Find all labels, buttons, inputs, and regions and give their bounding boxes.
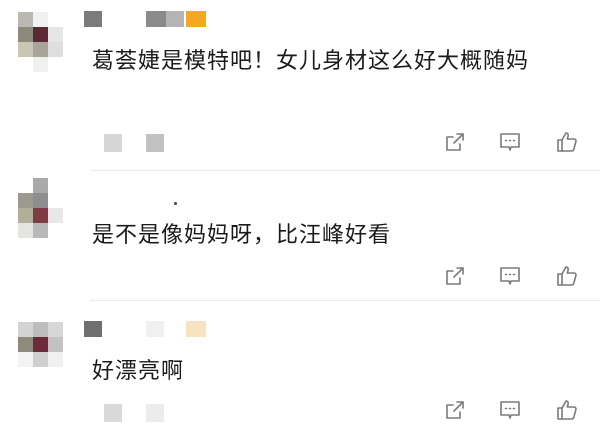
avatar[interactable] <box>18 178 64 238</box>
username[interactable] <box>84 321 214 339</box>
divider <box>90 300 600 301</box>
comment-actions <box>442 264 592 288</box>
comment-actions <box>442 130 592 154</box>
username[interactable] <box>84 11 214 29</box>
share-icon[interactable] <box>442 398 468 422</box>
comment-icon[interactable] <box>497 398 523 422</box>
share-icon[interactable] <box>442 264 468 288</box>
thumbs-up-icon[interactable] <box>554 264 580 288</box>
avatar[interactable] <box>18 12 64 72</box>
comment-icon[interactable] <box>497 264 523 288</box>
thumbs-up-icon[interactable] <box>554 398 580 422</box>
dot-marker <box>174 202 177 205</box>
comment-actions <box>442 398 592 422</box>
thumbs-up-icon[interactable] <box>554 130 580 154</box>
comment-text: 葛荟婕是模特吧！女儿身材这么好大概随妈 <box>92 49 530 74</box>
avatar[interactable] <box>18 322 64 380</box>
comment-text: 是不是像妈妈呀，比汪峰好看 <box>92 223 392 248</box>
share-icon[interactable] <box>442 130 468 154</box>
comment-text: 好漂亮啊 <box>92 359 185 384</box>
divider <box>90 170 600 171</box>
comment-icon[interactable] <box>497 130 523 154</box>
